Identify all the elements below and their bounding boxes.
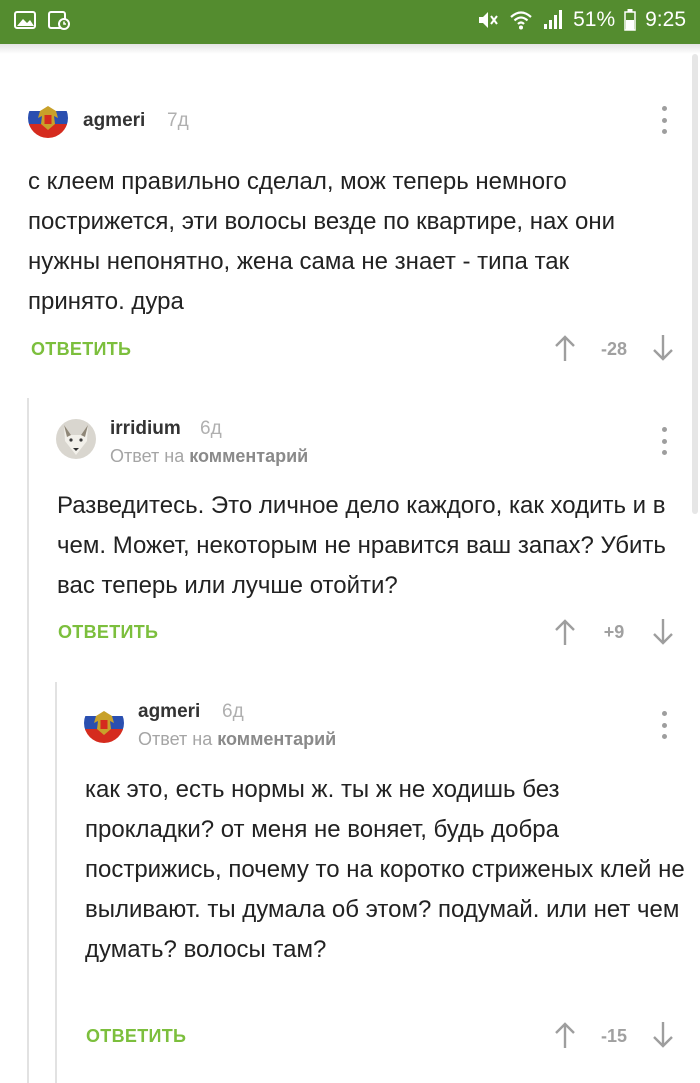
battery-percent: 51%	[573, 8, 616, 31]
comment-age: 6д	[200, 418, 222, 439]
username[interactable]: irridium	[110, 418, 181, 440]
upvote-arrow-icon[interactable]	[553, 1021, 577, 1049]
comment-score: -28	[600, 339, 627, 359]
gallery-icon	[14, 11, 36, 29]
reply-button[interactable]: ОТВЕТИТЬ	[86, 1026, 186, 1047]
signal-icon	[544, 10, 563, 29]
reply-to-label: Ответ на комментарий	[138, 729, 336, 750]
reply-to-prefix: Ответ на	[138, 729, 213, 749]
more-options-icon[interactable]	[659, 711, 669, 739]
more-options-icon[interactable]	[659, 106, 669, 134]
upvote-arrow-icon[interactable]	[553, 618, 577, 646]
comment-score: -15	[600, 1026, 627, 1046]
reply-to-label: Ответ на комментарий	[110, 446, 308, 467]
comment-text: Разведитесь. Это личное дело каждого, ка…	[57, 492, 666, 599]
mute-icon	[479, 12, 498, 28]
downvote-arrow-icon[interactable]	[651, 334, 675, 362]
comment-age: 7д	[167, 110, 189, 131]
comment-text: с клеем правильно сделал, мож теперь нем…	[28, 168, 616, 315]
downvote-arrow-icon[interactable]	[651, 618, 675, 646]
calendar-icon	[48, 11, 70, 30]
battery-icon	[624, 9, 636, 31]
wolf-avatar-icon	[56, 419, 96, 459]
upvote-arrow-icon[interactable]	[553, 334, 577, 362]
avatar[interactable]	[28, 98, 68, 138]
reply-button[interactable]: ОТВЕТИТЬ	[31, 339, 131, 360]
scrollbar[interactable]	[692, 54, 698, 514]
wifi-icon	[510, 11, 532, 30]
clock: 9:25	[645, 8, 686, 31]
thread-line	[27, 398, 29, 1083]
more-options-icon[interactable]	[659, 427, 669, 455]
username[interactable]: agmeri	[83, 110, 145, 132]
reply-to-link[interactable]: комментарий	[217, 729, 336, 749]
comment-score: +9	[603, 622, 625, 642]
username[interactable]: agmeri	[138, 701, 200, 723]
header-shadow	[0, 44, 700, 54]
avatar[interactable]	[84, 703, 124, 743]
russian-flag-coat-of-arms-icon	[28, 98, 68, 138]
russian-flag-coat-of-arms-icon	[84, 703, 124, 743]
status-bar: 51% 9:25	[0, 0, 700, 44]
thread-line	[55, 682, 57, 1083]
reply-to-link[interactable]: комментарий	[189, 446, 308, 466]
reply-button[interactable]: ОТВЕТИТЬ	[58, 622, 158, 643]
comment-text: как это, есть нормы ж. ты ж не ходишь бе…	[85, 776, 685, 963]
reply-to-prefix: Ответ на	[110, 446, 185, 466]
comment-age: 6д	[222, 701, 244, 722]
avatar[interactable]	[56, 419, 96, 459]
downvote-arrow-icon[interactable]	[651, 1021, 675, 1049]
